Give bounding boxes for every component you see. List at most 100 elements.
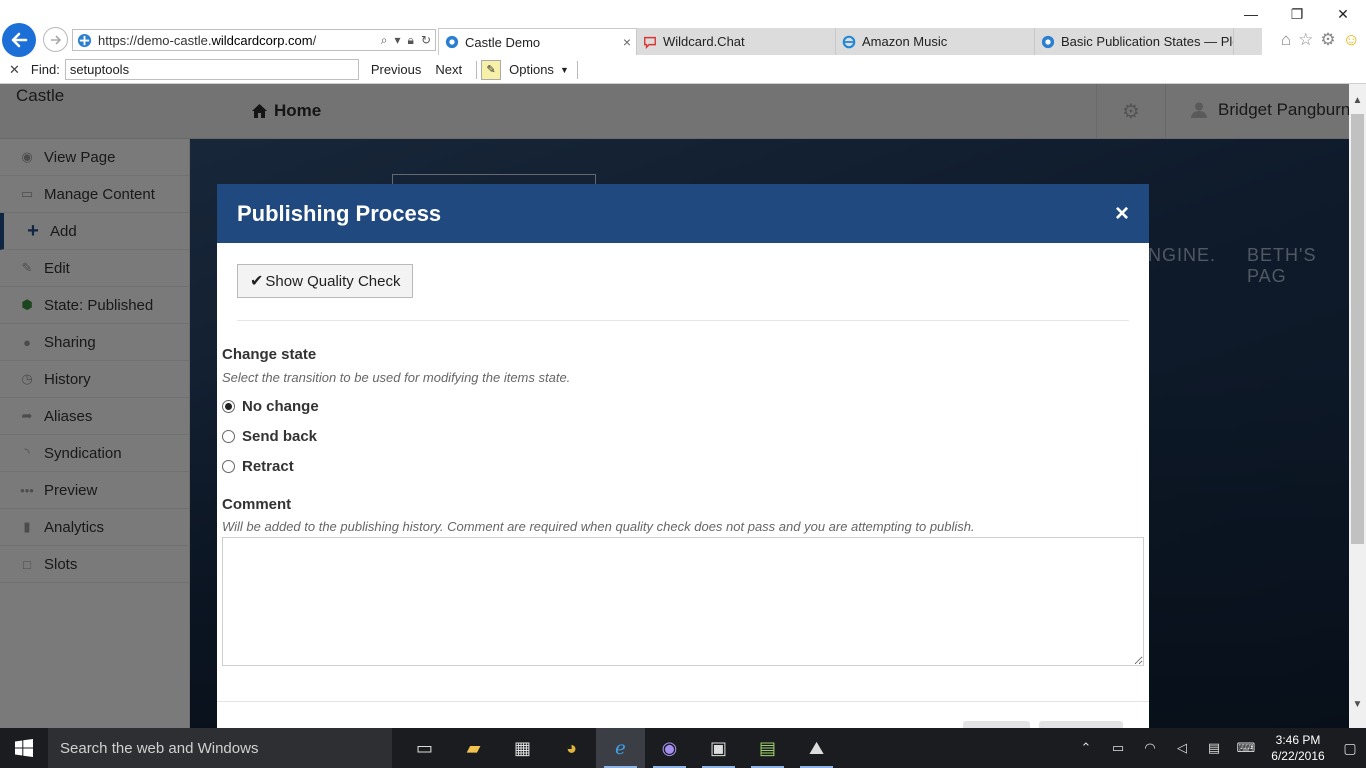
battery-icon[interactable]: ▭ bbox=[1102, 740, 1134, 756]
change-state-label: Change state bbox=[222, 346, 317, 363]
minimize-button[interactable]: — bbox=[1228, 0, 1274, 28]
address-url: https://demo-castle.wildcardcorp.com/ bbox=[98, 32, 317, 48]
new-tab-button[interactable] bbox=[1234, 28, 1262, 55]
find-close-button[interactable]: ✕ bbox=[9, 62, 20, 78]
find-separator bbox=[476, 60, 478, 79]
publishing-process-dialog: Publishing Process × ✔ Show Quality Chec… bbox=[217, 184, 1149, 728]
modal-close-button[interactable]: × bbox=[1115, 201, 1129, 226]
keyboard-icon[interactable]: ⌨ bbox=[1230, 740, 1262, 756]
check-icon: ✔ bbox=[250, 273, 264, 290]
taskbar-apps: ▭ ▰ ▦ ◕ ℯ ◉ ▣ ▤ ⛰ bbox=[400, 728, 841, 768]
find-next-button[interactable]: Next bbox=[433, 62, 464, 77]
restore-button[interactable]: ❐ bbox=[1274, 0, 1320, 28]
dropdown-icon[interactable]: ▾ bbox=[395, 33, 401, 48]
radio-no-change[interactable]: No change bbox=[222, 398, 319, 415]
close-window-button[interactable]: ✕ bbox=[1320, 0, 1366, 28]
radio-label: No change bbox=[242, 398, 319, 415]
quality-check-label: Show Quality Check bbox=[265, 272, 401, 290]
start-button[interactable] bbox=[0, 728, 48, 768]
find-options-label: Options bbox=[509, 62, 554, 77]
tab-amazon-music[interactable]: Amazon Music bbox=[836, 28, 1035, 55]
chat-app-icon[interactable]: ◉ bbox=[645, 728, 694, 768]
tab-castle-demo[interactable]: Castle Demo × bbox=[438, 28, 637, 55]
radio-button[interactable] bbox=[222, 460, 235, 473]
radio-label: Send back bbox=[242, 428, 318, 445]
notifications-icon[interactable]: ▢ bbox=[1334, 740, 1366, 757]
plone-favicon-icon bbox=[1041, 35, 1055, 48]
site-favicon-icon bbox=[77, 33, 92, 47]
tab-wildcard-chat[interactable]: Wildcard.Chat bbox=[637, 28, 836, 55]
chevron-down-icon: ▼ bbox=[559, 64, 569, 75]
search-icon[interactable]: ⌕ bbox=[381, 33, 388, 48]
footer-button[interactable] bbox=[963, 721, 1030, 728]
find-bar: ✕ Find: Previous Next ✎ Options ▼ bbox=[0, 56, 1366, 83]
wifi-icon[interactable]: ◠ bbox=[1134, 740, 1166, 756]
chevron-up-icon[interactable]: ⌃ bbox=[1070, 740, 1102, 756]
ie-icon bbox=[842, 35, 856, 48]
tab-basic-publication-states[interactable]: Basic Publication States — Plo... bbox=[1035, 28, 1234, 55]
modal-header: Publishing Process × bbox=[217, 184, 1149, 243]
find-previous-button[interactable]: Previous bbox=[369, 62, 424, 77]
store-icon[interactable]: ▦ bbox=[498, 728, 547, 768]
scroll-down-icon[interactable]: ▼ bbox=[1349, 696, 1366, 713]
footer-button[interactable] bbox=[1039, 721, 1123, 728]
comment-textarea[interactable] bbox=[222, 537, 1144, 666]
radio-send-back[interactable]: Send back bbox=[222, 428, 317, 445]
forward-button[interactable] bbox=[43, 27, 68, 52]
scroll-thumb[interactable] bbox=[1351, 114, 1364, 544]
windows-taskbar: Search the web and Windows ▭ ▰ ▦ ◕ ℯ ◉ ▣… bbox=[0, 728, 1366, 768]
notepad-icon[interactable]: ▤ bbox=[743, 728, 792, 768]
find-input[interactable] bbox=[64, 59, 359, 80]
comment-label: Comment bbox=[222, 496, 292, 513]
chat-bubble-icon bbox=[644, 36, 656, 49]
radio-button[interactable] bbox=[222, 400, 235, 413]
browser-toolbar-icons: ⌂ ☆ ⚙ ☺ bbox=[1281, 30, 1360, 50]
task-view-icon[interactable]: ▭ bbox=[400, 728, 449, 768]
radio-retract[interactable]: Retract bbox=[222, 458, 294, 475]
scroll-up-icon[interactable]: ▲ bbox=[1349, 92, 1366, 109]
smiley-icon[interactable]: ☺ bbox=[1343, 30, 1360, 50]
home-icon[interactable]: ⌂ bbox=[1281, 30, 1291, 50]
arrow-right-icon bbox=[50, 34, 61, 45]
divider bbox=[217, 701, 1149, 702]
lock-icon[interactable]: 🔒︎ bbox=[408, 33, 414, 48]
arrow-left-icon bbox=[11, 32, 28, 48]
photos-icon[interactable]: ⛰ bbox=[792, 728, 841, 768]
find-separator bbox=[576, 60, 578, 79]
settings-gear-icon[interactable]: ⚙ bbox=[1320, 30, 1335, 50]
taskbar-search[interactable]: Search the web and Windows bbox=[48, 728, 392, 768]
clock[interactable]: 3:46 PM 6/22/2016 bbox=[1262, 732, 1334, 764]
find-label: Find: bbox=[30, 62, 60, 77]
clock-time: 3:46 PM bbox=[1275, 733, 1321, 747]
tab-title: Amazon Music bbox=[862, 34, 948, 49]
address-bar[interactable]: https://demo-castle.wildcardcorp.com/ ⌕ … bbox=[72, 29, 436, 51]
window-controls: — ❐ ✕ bbox=[1228, 0, 1366, 28]
tab-close-button[interactable]: × bbox=[623, 34, 631, 50]
back-button[interactable] bbox=[2, 23, 36, 57]
file-explorer-icon[interactable]: ▰ bbox=[449, 728, 498, 768]
chrome-icon[interactable]: ◕ bbox=[547, 728, 596, 768]
favorites-star-icon[interactable]: ☆ bbox=[1298, 30, 1313, 50]
change-state-help: Select the transition to be used for mod… bbox=[222, 370, 571, 385]
find-options-button[interactable]: Options ▼ bbox=[509, 62, 569, 77]
message-icon[interactable]: ▤ bbox=[1198, 740, 1230, 756]
volume-icon[interactable]: ◁ bbox=[1166, 740, 1198, 756]
divider bbox=[237, 320, 1129, 321]
clock-date: 6/22/2016 bbox=[1271, 749, 1325, 763]
system-tray: ⌃ ▭ ◠ ◁ ▤ ⌨ 3:46 PM 6/22/2016 ▢ bbox=[1070, 728, 1366, 768]
radio-button[interactable] bbox=[222, 430, 235, 443]
internet-explorer-icon[interactable]: ℯ bbox=[596, 728, 645, 768]
browser-chrome: — ❐ ✕ https://demo-castle.wildcardcorp.c… bbox=[0, 0, 1366, 84]
highlight-icon[interactable]: ✎ bbox=[481, 59, 502, 80]
comment-help: Will be added to the publishing history.… bbox=[222, 519, 975, 534]
castle-favicon-icon bbox=[445, 35, 459, 49]
page-viewport: Castle Home ⚙ Bridget Pangburn ◉View Pag… bbox=[0, 84, 1349, 728]
tab-strip: Castle Demo × Wildcard.Chat Amazon Music… bbox=[438, 28, 1262, 55]
windows-logo-icon bbox=[15, 739, 33, 757]
tab-title: Basic Publication States — Plo... bbox=[1061, 34, 1234, 49]
terminal-icon[interactable]: ▣ bbox=[694, 728, 743, 768]
refresh-icon[interactable]: ↻ bbox=[421, 33, 431, 48]
page-scrollbar[interactable]: ▲ ▼ bbox=[1349, 84, 1366, 728]
show-quality-check-button[interactable]: ✔ Show Quality Check bbox=[237, 264, 414, 298]
tab-title: Wildcard.Chat bbox=[663, 34, 745, 49]
